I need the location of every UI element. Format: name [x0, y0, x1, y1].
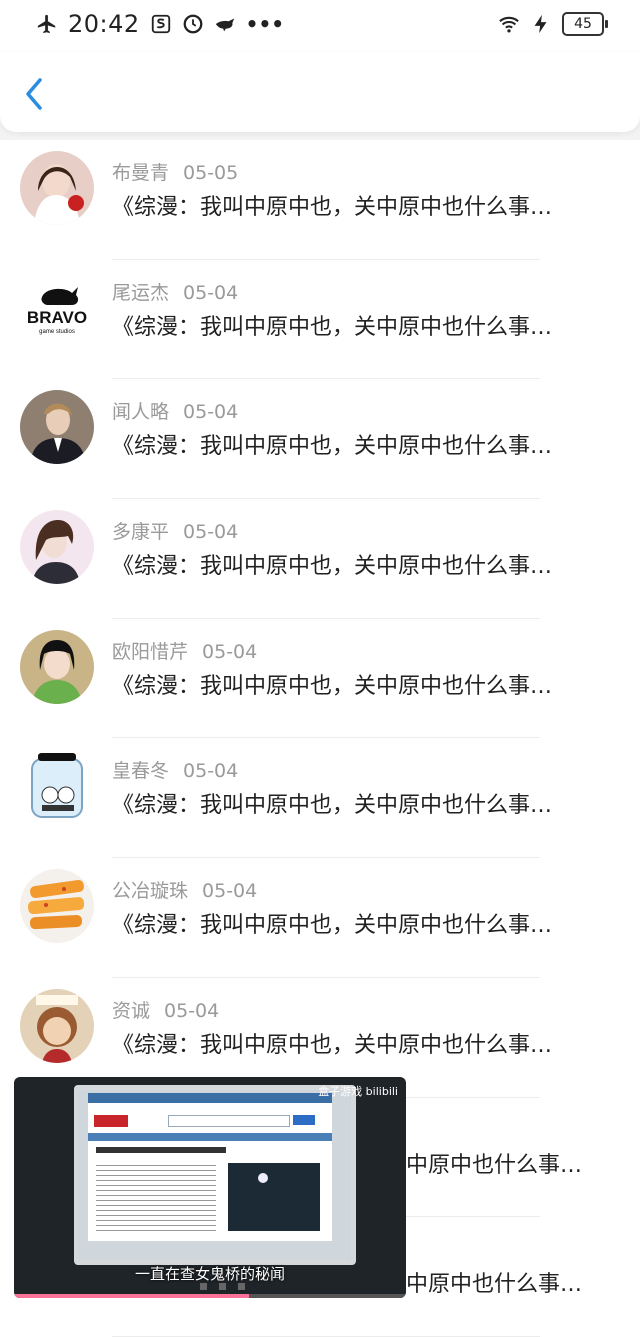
- status-time: 20:42: [68, 10, 140, 38]
- notification-s-icon: [151, 14, 170, 34]
- message-preview: 《综漫：我叫中原中也，关中原中也什么事…: [112, 434, 553, 460]
- message-preview: 《综漫：我叫中原中也，关中原中也什么事…: [112, 793, 553, 819]
- status-bar: 20:42 ••• 45: [0, 0, 640, 52]
- message-preview: 《综漫：我叫中原中也，关中原中也什么事…: [112, 314, 553, 340]
- avatar-image: [20, 988, 94, 1063]
- svg-text:BRAVO: BRAVO: [27, 308, 87, 327]
- avatar[interactable]: [20, 151, 94, 225]
- avatar-image: [20, 749, 94, 824]
- status-left: 20:42 •••: [36, 10, 284, 38]
- message-date: 05-04: [183, 760, 239, 783]
- contact-header: 欧阳惜芹 05-04: [112, 637, 257, 664]
- contact-header: 资诚 05-04: [112, 996, 219, 1023]
- video-progress-fill: [14, 1294, 250, 1298]
- contact-header: 多康平 05-04: [112, 517, 238, 544]
- video-controls[interactable]: [200, 1283, 247, 1292]
- video-brand: 盒子游戏 bilibili: [318, 1085, 398, 1098]
- avatar-image: BRAVO game studios: [20, 270, 94, 345]
- avatar-image: [20, 629, 94, 704]
- svg-text:game studios: game studios: [39, 329, 75, 335]
- wifi-icon: [499, 16, 519, 33]
- message-date: 05-04: [164, 999, 220, 1022]
- message-preview: 《综漫：我叫中原中也，关中原中也什么事…: [112, 673, 553, 699]
- avatar[interactable]: BRAVO game studios: [20, 270, 94, 345]
- message-preview: 《综漫：我叫中原中也，关中原中也什么事…: [112, 195, 553, 220]
- message-date: 05-04: [183, 281, 239, 304]
- notification-bird-icon: [215, 18, 234, 32]
- message-date: 05-04: [202, 880, 258, 903]
- avatar-image: [20, 151, 94, 225]
- avatar[interactable]: [20, 510, 94, 585]
- avatar[interactable]: [20, 749, 94, 824]
- list-item[interactable]: 布曼青 05-05 《综漫：我叫中原中也，关中原中也什么事…: [0, 140, 640, 260]
- message-date: 05-04: [183, 401, 239, 424]
- avatar[interactable]: [20, 988, 94, 1063]
- message-preview: 中原中也什么事…: [406, 1272, 583, 1298]
- more-notifications-icon: •••: [245, 12, 285, 36]
- contact-name: 皇春冬: [112, 760, 170, 783]
- avatar-image: [20, 390, 94, 465]
- video-caption: 一直在查女鬼桥的秘闻: [134, 1265, 285, 1283]
- contact-header: 尾运杰 05-04: [112, 278, 238, 305]
- video-progress-bar[interactable]: [14, 1294, 406, 1298]
- battery-level: 45: [574, 16, 592, 32]
- top-nav-bar: [0, 52, 640, 132]
- avatar-image: [20, 510, 94, 585]
- message-date: 05-05: [183, 162, 239, 184]
- contact-name: 布曼青: [112, 162, 170, 184]
- list-item[interactable]: 公冶璇珠 05-04 《综漫：我叫中原中也，关中原中也什么事…: [0, 858, 640, 978]
- control-icon[interactable]: [200, 1283, 209, 1292]
- message-date: 05-04: [202, 640, 258, 663]
- floating-video-player[interactable]: 盒子游戏 bilibili 一直在查女鬼桥的秘闻: [14, 1077, 406, 1298]
- avatar-image: [20, 869, 94, 944]
- control-icon[interactable]: [219, 1283, 228, 1292]
- contact-header: 皇春冬 05-04: [112, 756, 238, 783]
- contact-name: 欧阳惜芹: [112, 640, 189, 663]
- message-date: 05-04: [183, 521, 239, 544]
- airplane-icon: [37, 14, 56, 34]
- message-preview: 《综漫：我叫中原中也，关中原中也什么事…: [112, 913, 553, 939]
- status-right: 45: [498, 12, 608, 36]
- message-preview: 《综漫：我叫中原中也，关中原中也什么事…: [112, 554, 553, 580]
- contact-name: 尾运杰: [112, 281, 170, 304]
- list-item[interactable]: BRAVO game studios 尾运杰 05-04 《综漫：我叫中原中也，关中…: [0, 259, 640, 380]
- list-item[interactable]: 皇春冬 05-04 《综漫：我叫中原中也，关中原中也什么事…: [0, 738, 640, 859]
- list-item[interactable]: 欧阳惜芹 05-04 《综漫：我叫中原中也，关中原中也什么事…: [0, 618, 640, 739]
- message-preview: 《综漫：我叫中原中也，关中原中也什么事…: [112, 1032, 553, 1058]
- avatar[interactable]: [20, 869, 94, 944]
- avatar[interactable]: [20, 629, 94, 704]
- contact-header: 闻人略 05-04: [112, 397, 238, 424]
- control-icon[interactable]: [238, 1283, 247, 1292]
- contact-name: 闻人略: [112, 401, 170, 424]
- charging-icon: [534, 14, 547, 34]
- contact-header: 布曼青 05-05: [112, 158, 238, 185]
- contact-name: 资诚: [112, 999, 151, 1022]
- contact-name: 多康平: [112, 521, 170, 544]
- message-preview: 中原中也什么事…: [406, 1152, 583, 1178]
- back-arrow-icon[interactable]: [20, 74, 50, 114]
- contact-header: 公冶璇珠 05-04: [112, 876, 257, 903]
- avatar[interactable]: [20, 390, 94, 465]
- list-item[interactable]: 多康平 05-04 《综漫：我叫中原中也，关中原中也什么事…: [0, 499, 640, 619]
- list-item[interactable]: 闻人略 05-04 《综漫：我叫中原中也，关中原中也什么事…: [0, 379, 640, 500]
- contact-name: 公冶璇珠: [112, 880, 189, 903]
- battery-icon: 45: [562, 12, 608, 36]
- notification-circle-icon: [183, 14, 203, 34]
- video-frame-webpage: [88, 1093, 332, 1241]
